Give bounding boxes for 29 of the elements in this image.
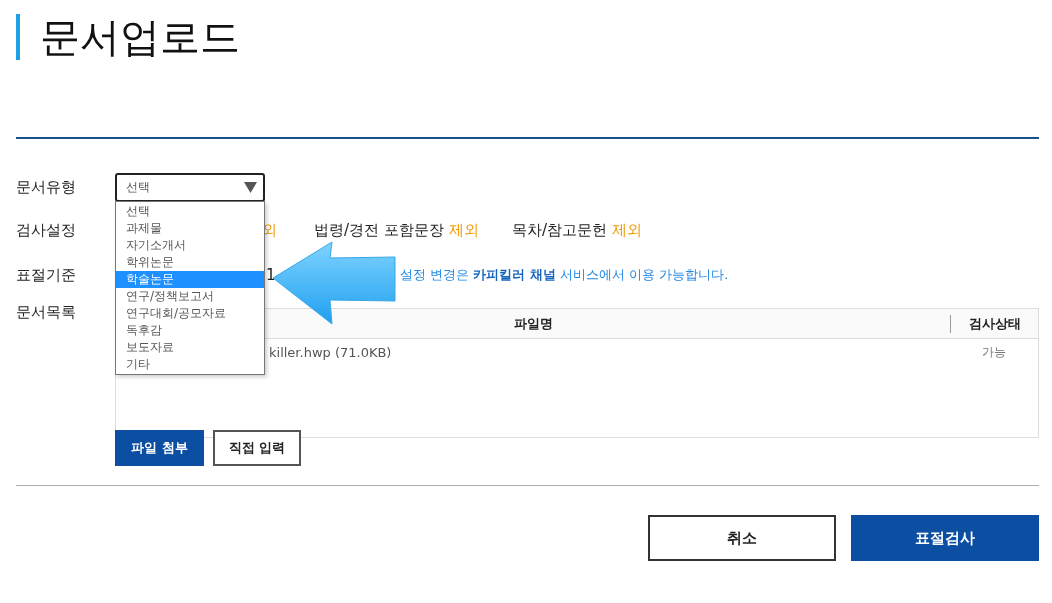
field-label: 문서목록 [16,303,77,322]
notice-text: 설정 변경은 카피킬러 채널 서비스에서 이용 가능합니다. [400,266,730,284]
status-cell-text: 가능 [981,343,1007,361]
column-header: 검사상태 [968,315,1021,331]
standard-value: 1 [266,266,277,284]
dropdown-option[interactable]: 독후감 [116,322,264,339]
field-label: 검사설정 [16,221,77,240]
field-label: 문서유형 [16,177,77,197]
submit-button[interactable]: 표절검사 [851,515,1039,561]
dropdown-option[interactable]: 기타 [116,356,264,373]
dropdown-option[interactable]: 선택 [116,203,264,220]
caret-icon [244,181,257,193]
page-title: 문서업로드 [40,14,240,60]
check-setting-option: 외 [262,221,314,240]
dropdown-option[interactable]: 자기소개서 [116,237,264,254]
dropdown-option[interactable]: 연구대회/공모자료 [116,305,264,322]
file-name-cell-text: killer.hwp (71.0KB) [269,344,393,360]
check-setting-option: 법령/경전 포함문장 제외 [314,221,512,240]
column-header: 파일명 [513,315,553,331]
dropdown-option[interactable]: 보도자료 [116,339,264,356]
title-accent-bar [16,14,20,60]
dropdown-option[interactable]: 학위논문 [116,254,264,271]
direct-input-button[interactable]: 직접 입력 [212,430,302,466]
field-label: 표절기준 [16,265,77,285]
check-setting-option: 목차/참고문헌 제외 [512,221,1039,240]
dropdown-option[interactable]: 연구/정책보고서 [116,288,264,305]
dropdown-option[interactable]: 과제물 [116,220,264,237]
cancel-button[interactable]: 취소 [648,515,836,561]
attach-file-button[interactable]: 파일 첨부 [115,430,204,466]
